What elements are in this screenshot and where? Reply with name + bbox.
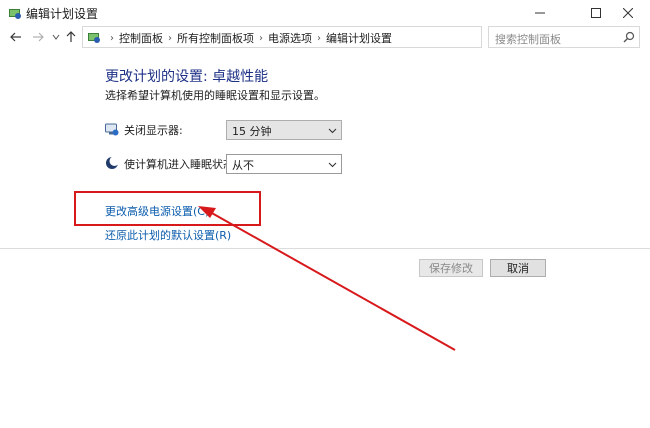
forward-button[interactable]	[30, 28, 46, 46]
search-input[interactable]: 搜索控制面板	[495, 31, 561, 47]
display-off-label: 关闭显示器:	[124, 124, 183, 137]
breadcrumb-item-power-options[interactable]: 电源选项	[268, 30, 312, 46]
navigation-bar: › 控制面板 › 所有控制面板项 › 电源选项 › 编辑计划设置 搜索控制面板	[0, 26, 650, 48]
search-box[interactable]: 搜索控制面板	[488, 26, 640, 48]
title-bar: 编辑计划设置	[0, 0, 650, 26]
control-panel-icon	[88, 33, 100, 43]
divider	[0, 248, 650, 249]
breadcrumb-item-edit-plan[interactable]: 编辑计划设置	[326, 30, 392, 46]
display-off-select[interactable]: 15 分钟	[226, 120, 342, 140]
arrow-up-icon	[66, 31, 76, 42]
breadcrumb-separator-icon[interactable]: ›	[168, 33, 172, 44]
chevron-down-icon	[52, 34, 60, 40]
recent-locations-button[interactable]	[48, 28, 64, 46]
save-changes-button[interactable]: 保存修改	[419, 259, 483, 277]
back-button[interactable]	[8, 28, 24, 46]
maximize-icon	[591, 8, 601, 18]
cancel-button[interactable]: 取消	[490, 259, 546, 277]
sleep-select[interactable]: 从不	[226, 154, 342, 174]
close-button[interactable]	[606, 0, 650, 26]
breadcrumb: › 控制面板 › 所有控制面板项 › 电源选项 › 编辑计划设置	[105, 30, 392, 46]
chevron-down-icon	[328, 128, 337, 134]
display-off-value: 15 分钟	[232, 125, 272, 138]
breadcrumb-separator-icon: ›	[110, 32, 114, 44]
sleep-value: 从不	[232, 159, 254, 172]
restore-defaults-link[interactable]: 还原此计划的默认设置(R)	[105, 227, 231, 243]
address-bar[interactable]: › 控制面板 › 所有控制面板项 › 电源选项 › 编辑计划设置	[82, 26, 557, 48]
breadcrumb-separator-icon[interactable]: ›	[259, 33, 263, 44]
search-icon[interactable]	[623, 31, 635, 43]
monitor-icon	[105, 123, 119, 136]
breadcrumb-item-control-panel[interactable]: 控制面板	[119, 30, 163, 46]
sleep-moon-icon	[106, 156, 119, 169]
minimize-icon	[535, 12, 545, 14]
page-title: 更改计划的设置: 卓越性能	[105, 69, 269, 85]
breadcrumb-item-all-items[interactable]: 所有控制面板项	[177, 30, 254, 46]
minimize-button[interactable]	[518, 0, 562, 26]
breadcrumb-separator-icon[interactable]: ›	[317, 33, 321, 44]
up-button[interactable]	[63, 28, 79, 46]
annotation-highlight-box	[74, 191, 261, 226]
sleep-label: 使计算机进入睡眠状态:	[124, 158, 238, 171]
arrow-right-icon	[33, 32, 44, 42]
page-subtitle: 选择希望计算机使用的睡眠设置和显示设置。	[105, 89, 325, 102]
close-icon	[623, 8, 633, 18]
power-options-icon	[9, 9, 21, 19]
arrow-left-icon	[10, 32, 21, 42]
window-title: 编辑计划设置	[26, 7, 99, 21]
chevron-down-icon	[328, 162, 337, 168]
